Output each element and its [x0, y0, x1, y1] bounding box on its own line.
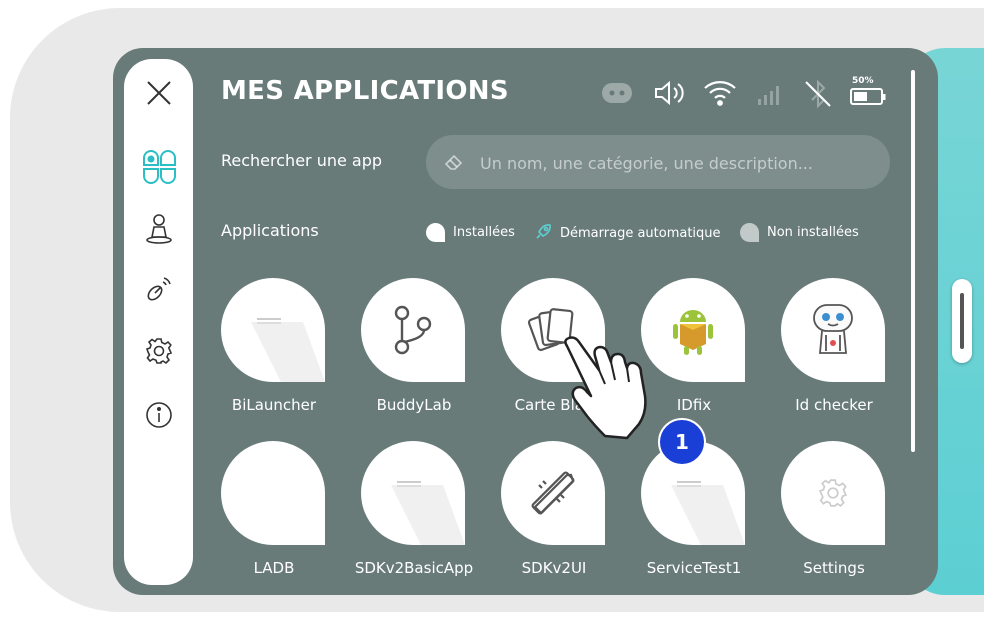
- robot-character-icon[interactable]: [134, 209, 183, 249]
- battery-indicator: 50%: [850, 76, 886, 110]
- app-name: LADB: [253, 559, 295, 577]
- app-sdkv2basicapp[interactable]: SDKv2BasicApp: [355, 441, 473, 577]
- remote-signal-icon[interactable]: [134, 269, 183, 309]
- legend-not-installed: Non installées: [740, 223, 859, 242]
- app-name: SDKv2BasicApp: [354, 559, 474, 577]
- installed-dot-icon: [426, 223, 445, 242]
- app-name: BuddyLab: [376, 396, 452, 414]
- volume-icon[interactable]: [653, 80, 687, 110]
- battery-icon: [850, 88, 886, 105]
- cellular-signal-icon: [756, 84, 784, 110]
- default-app-icon: [361, 441, 465, 545]
- close-icon[interactable]: [134, 73, 183, 113]
- gear-icon: [781, 441, 885, 545]
- wifi-icon: [703, 78, 737, 110]
- panel-drag-handle[interactable]: [952, 279, 972, 363]
- legend-installed: Installées: [426, 223, 515, 242]
- search-input[interactable]: [478, 135, 882, 191]
- ruler-pencil-icon: [501, 441, 605, 545]
- battery-percent: 50%: [852, 76, 874, 86]
- app-buddylab[interactable]: BuddyLab: [361, 278, 467, 414]
- info-icon[interactable]: [134, 395, 183, 435]
- default-app-icon: [221, 278, 325, 382]
- blank-icon: [221, 441, 325, 545]
- app-name: SDKv2UI: [521, 559, 587, 577]
- robot-face-icon: [601, 82, 633, 108]
- robot-icon: [781, 278, 885, 382]
- app-ladb[interactable]: LADB: [221, 441, 327, 577]
- eraser-icon[interactable]: [444, 153, 464, 175]
- app-sdkv2ui[interactable]: SDKv2UI: [501, 441, 607, 577]
- scrollbar[interactable]: [911, 70, 915, 452]
- branch-icon: [361, 278, 465, 382]
- bluetooth-off-icon: [802, 78, 834, 114]
- hand-pointer-icon: [555, 332, 675, 446]
- rocket-icon: [536, 223, 552, 243]
- app-name: Settings: [803, 559, 865, 577]
- step-badge: 1: [658, 418, 706, 466]
- search-box[interactable]: [426, 135, 890, 191]
- not-installed-dot-icon: [740, 223, 759, 242]
- app-name: Id checker: [795, 396, 873, 414]
- app-name: ServiceTest1: [646, 559, 742, 577]
- gear-icon[interactable]: [134, 331, 183, 371]
- applications-label: Applications: [221, 221, 319, 240]
- app-bilauncher[interactable]: BiLauncher: [221, 278, 327, 414]
- app-screen: MES APPLICATIONS 50% Rechercher une app …: [113, 48, 938, 595]
- app-name: BiLauncher: [231, 396, 317, 414]
- search-label: Rechercher une app: [221, 151, 383, 170]
- app-settings[interactable]: Settings: [781, 441, 887, 577]
- app-id-checker[interactable]: Id checker: [781, 278, 887, 414]
- sidebar: [124, 59, 193, 585]
- apps-icon[interactable]: [134, 147, 183, 187]
- legend-autostart: Démarrage automatique: [536, 223, 721, 243]
- page-title: MES APPLICATIONS: [221, 76, 509, 106]
